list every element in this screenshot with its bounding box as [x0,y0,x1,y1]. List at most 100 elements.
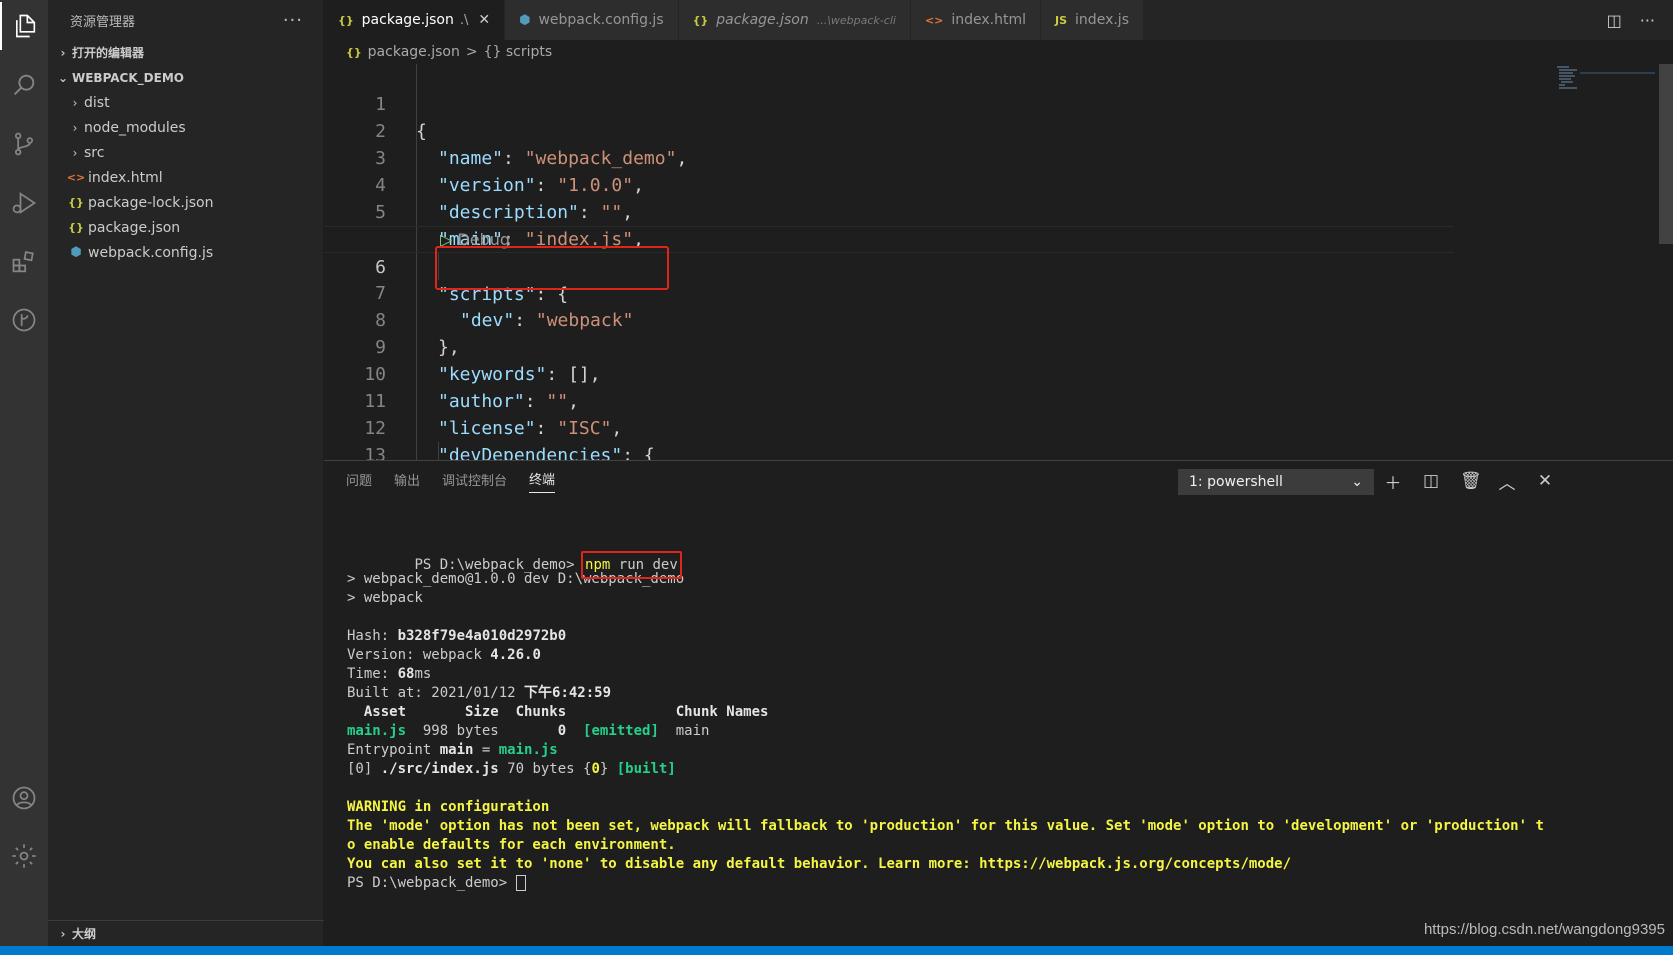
terminal-select[interactable]: 1: powershell ⌄ [1178,469,1374,495]
tab-package-json-preview[interactable]: {} package.json ...\webpack-cli [678,0,911,40]
tab-label: package.json [361,12,454,28]
code-text: }, [438,337,460,358]
built-time: 6:42:59 [552,685,612,701]
code-line: 13 "webpack": "^4.26.0", [324,415,389,460]
explorer-sidebar: 资源管理器 ··· › 打开的编辑器 ⌄ WEBPACK_DEMO › dist… [48,0,324,946]
trash-icon[interactable]: 🗑 [1460,471,1482,491]
outline-label: 大纲 [72,927,97,941]
webpack-file-icon: ⬢ [70,245,82,260]
status-bar [0,946,1673,955]
terminal-line: Entrypoint main = main.js [347,741,1657,760]
tab-label: index.html [951,12,1027,28]
webpack-file-icon: ⬢ [519,12,531,28]
activity-bar [0,0,48,946]
tree-item-package-json[interactable]: {} package.json [48,215,323,240]
new-terminal-icon[interactable]: ＋ [1384,469,1402,494]
open-editors-section[interactable]: › 打开的编辑器 [48,40,323,65]
tree-item-src[interactable]: › src [48,140,323,165]
outline-section[interactable]: › 大纲 [48,920,324,946]
chevron-right-icon: › [60,926,66,941]
tab-debug-console[interactable]: 调试控制台 [442,470,507,493]
tab-problems[interactable]: 问题 [346,470,372,493]
terminal-line: [0] ./src/index.js 70 bytes {0} [built] [347,760,1657,779]
warning-line: The 'mode' option has not been set, webp… [347,818,1544,834]
code-editor[interactable]: 1 { 2 "name": "webpack_demo", 3 "version… [324,64,1673,460]
tree-item-webpack-config-js[interactable]: ⬢ webpack.config.js [48,240,323,265]
source-control-icon[interactable] [0,120,48,168]
code-line: 2 "name": "webpack_demo", [324,91,687,169]
hash-label: Hash: [347,628,398,644]
editor-actions: ◫ ··· [1607,0,1655,40]
asset-status: [emitted] [566,723,659,739]
maximize-panel-icon[interactable]: ︿ [1498,469,1516,494]
search-icon[interactable] [0,61,48,109]
terminal-line: Built at: 2021/01/12 下午6:42:59 [347,684,1657,703]
code-line: 11 "license": "ISC", [324,361,622,439]
breadcrumb-symbol[interactable]: {} scripts [484,44,553,60]
scrollbar-thumb[interactable] [1659,64,1673,244]
asset-name: main.js [347,723,407,739]
time-unit: ms [414,666,432,682]
run-debug-icon[interactable] [0,179,48,227]
chevron-right-icon: › [72,95,78,110]
split-terminal-icon[interactable]: ◫ [1422,471,1440,491]
watermark: https://blog.csdn.net/wangdong9395 [1423,921,1665,938]
terminal-line: Time: 68ms [347,665,1657,684]
minimap[interactable] [1555,64,1655,104]
terminal-output[interactable]: PS D:\webpack_demo> npm run dev > webpac… [347,527,1657,893]
more-actions-icon[interactable]: ··· [1640,11,1655,30]
asset-size: 998 bytes [406,723,558,739]
project-section[interactable]: ⌄ WEBPACK_DEMO [48,65,323,90]
tab-index-html[interactable]: <> index.html [910,0,1042,40]
code-text: "description": "", [438,202,634,223]
explorer-icon[interactable] [0,2,48,50]
code-text: "name": "webpack_demo", [438,148,688,169]
tab-webpack-config-js[interactable]: ⬢ webpack.config.js [505,0,679,40]
editor-tabs: {} package.json .\ ✕ ⬢ webpack.config.js… [324,0,1673,40]
chevron-right-icon: › [72,145,78,160]
code-line: 9 "keywords": [], [324,307,600,385]
prompt: PS D:\webpack_demo> [347,875,508,891]
code-line: 7 "dev": "webpack" [324,253,633,331]
vscode-window: 资源管理器 ··· › 打开的编辑器 ⌄ WEBPACK_DEMO › dist… [0,0,1673,955]
code-text: "version": "1.0.0", [438,175,644,196]
tree-item-index-html[interactable]: <> index.html [48,165,323,190]
close-panel-icon[interactable]: ✕ [1536,471,1554,491]
json-file-icon: {} [692,13,709,27]
tree-item-node-modules[interactable]: › node_modules [48,115,323,140]
bottom-panel: 问题 输出 调试控制台 终端 1: powershell ⌄ ＋ ◫ 🗑 ︿ ✕… [324,460,1673,946]
warning-title: WARNING in configuration [347,799,550,815]
module-status: [built] [616,761,676,777]
editor-scrollbar[interactable] [1659,64,1673,460]
close-icon[interactable]: ✕ [478,12,490,28]
chevron-down-icon: ⌄ [57,70,69,85]
warning-line: o enable defaults for each environment. [347,837,676,853]
tree-item-package-lock-json[interactable]: {} package-lock.json [48,190,323,215]
json-file-icon: {} [338,13,354,27]
sidebar-title: 资源管理器 [70,14,136,30]
git-graph-icon[interactable] [0,296,48,344]
code-line: 5 "main": "index.js", [324,172,644,250]
code-line: 12 "devDependencies": { [324,388,654,460]
tab-package-json[interactable]: {} package.json .\ ✕ [324,0,506,40]
terminal-line: Hash: b328f79e4a010d2972b0 [347,627,1657,646]
more-actions-icon[interactable]: ··· [283,10,303,31]
chevron-right-icon: › [72,120,78,135]
panel-actions: ＋ ◫ 🗑 ︿ ✕ [1384,461,1554,501]
code-line: 4 "description": "", [324,145,633,223]
tab-output[interactable]: 输出 [394,470,420,493]
terminal-blank [347,779,1657,798]
extensions-icon[interactable] [0,238,48,286]
settings-gear-icon[interactable] [0,832,48,880]
time-label: Time: [347,666,398,682]
tab-terminal[interactable]: 终端 [529,469,556,493]
tree-item-label: dist [84,94,110,111]
project-label: WEBPACK_DEMO [72,70,184,85]
account-icon[interactable] [0,774,48,822]
breadcrumb-file[interactable]: package.json [368,44,460,60]
code-line: 8 }, [324,280,460,358]
terminal-line: > webpack [347,590,423,606]
tree-item-dist[interactable]: › dist [48,90,323,115]
split-editor-icon[interactable]: ◫ [1607,11,1622,30]
tab-index-js[interactable]: JS index.js [1041,0,1144,40]
